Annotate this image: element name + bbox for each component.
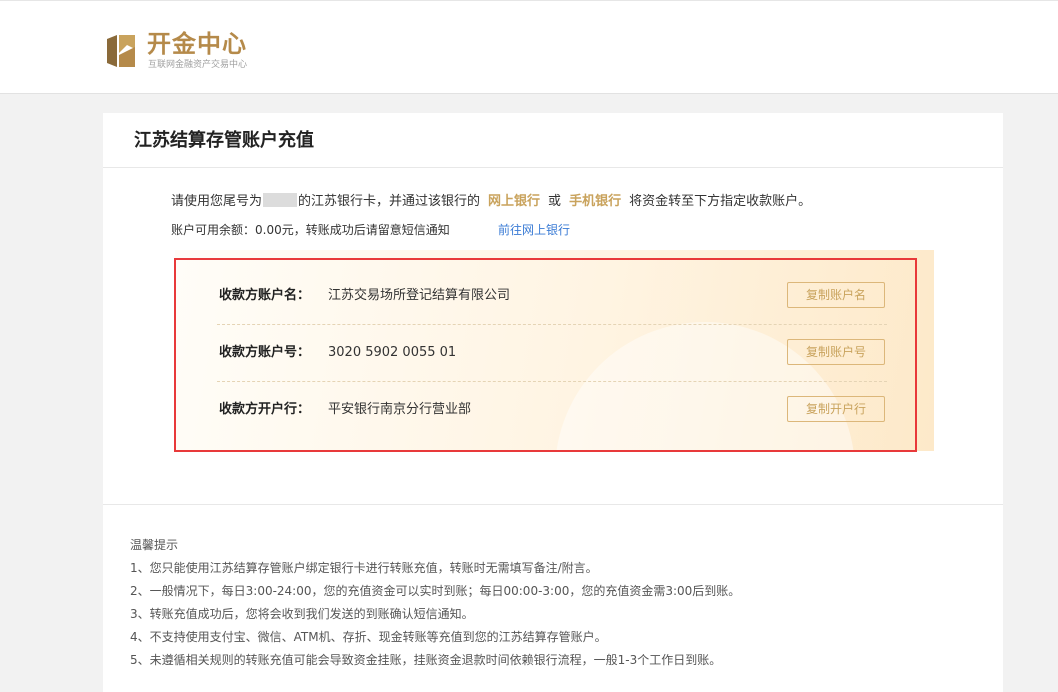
account-name-row: 收款方账户名： 江苏交易场所登记结算有限公司 复制账户名 (217, 268, 887, 325)
logo-title: 开金中心 (147, 30, 247, 58)
title-divider (103, 167, 1003, 168)
instruction-text: 请使用您尾号为 的江苏银行卡，并通过该银行的 网上银行或手机银行 将资金转至下方指定收… (171, 193, 811, 211)
account-name-label: 收款方账户名： (219, 288, 311, 303)
tip-item: 4、不支持使用支付宝、微信、ATM机、存折、现金转账等充值到您的江苏结算存管账户… (130, 630, 607, 644)
tip-item: 5、未遵循相关规则的转账充值可能会导致资金挂账，挂账资金退款时间依赖银行流程，一… (130, 653, 722, 667)
account-bank-value: 平安银行南京分行营业部 (328, 402, 472, 417)
account-number-row: 收款方账户号： 3020 5902 0055 01 复制账户号 (217, 325, 887, 382)
tip-item: 3、转账充值成功后，您将会收到我们发送的到账确认短信通知。 (130, 607, 474, 621)
instruction-or: 或 (548, 194, 562, 209)
section-divider (103, 504, 1003, 505)
instruction-part1: 请使用您尾号为 (171, 194, 263, 209)
tips-title: 温馨提示 (130, 538, 179, 552)
site-header: 开金中心 互联网金融资产交易中心 (0, 0, 1058, 94)
copy-account-number-button[interactable]: 复制账户号 (787, 339, 885, 365)
masked-card-number (263, 193, 298, 207)
account-number-label: 收款方账户号： (219, 345, 311, 360)
account-name-value: 江苏交易场所登记结算有限公司 (328, 288, 511, 303)
balance-text: 账户可用余额：0.00元，转账成功后请留意短信通知 (171, 223, 450, 237)
recharge-card: 江苏结算存管账户充值 请使用您尾号为 的江苏银行卡，并通过该银行的 网上银行或手机银… (103, 113, 1003, 692)
account-bank-label: 收款方开户行： (219, 402, 311, 417)
account-number-value: 3020 5902 0055 01 (328, 345, 457, 360)
instruction-part3: 将资金转至下方指定收款账户。 (629, 194, 812, 209)
page-title: 江苏结算存管账户充值 (134, 130, 314, 151)
online-bank-highlight: 网上银行 (488, 194, 541, 209)
site-logo[interactable]: 开金中心 互联网金融资产交易中心 (103, 29, 273, 73)
tip-item: 1、您只能使用江苏结算存管账户绑定银行卡进行转账充值，转账时无需填写备注/附言。 (130, 561, 598, 575)
copy-account-bank-button[interactable]: 复制开户行 (787, 396, 885, 422)
account-bank-row: 收款方开户行： 平安银行南京分行营业部 复制开户行 (217, 382, 887, 438)
logo-subtitle: 互联网金融资产交易中心 (148, 60, 248, 70)
mobile-bank-highlight: 手机银行 (569, 194, 622, 209)
tip-item: 2、一般情况下，每日3:00-24:00，您的充值资金可以实时到账；每日00:0… (130, 584, 741, 598)
online-bank-link[interactable]: 前往网上银行 (498, 221, 570, 239)
copy-account-name-button[interactable]: 复制账户名 (787, 282, 885, 308)
instruction-part2: 的江苏银行卡，并通过该银行的 (298, 194, 481, 209)
logo-mark-icon (107, 35, 135, 67)
tips-section: 温馨提示 1、您只能使用江苏结算存管账户绑定银行卡进行转账充值，转账时无需填写备… (130, 534, 740, 672)
